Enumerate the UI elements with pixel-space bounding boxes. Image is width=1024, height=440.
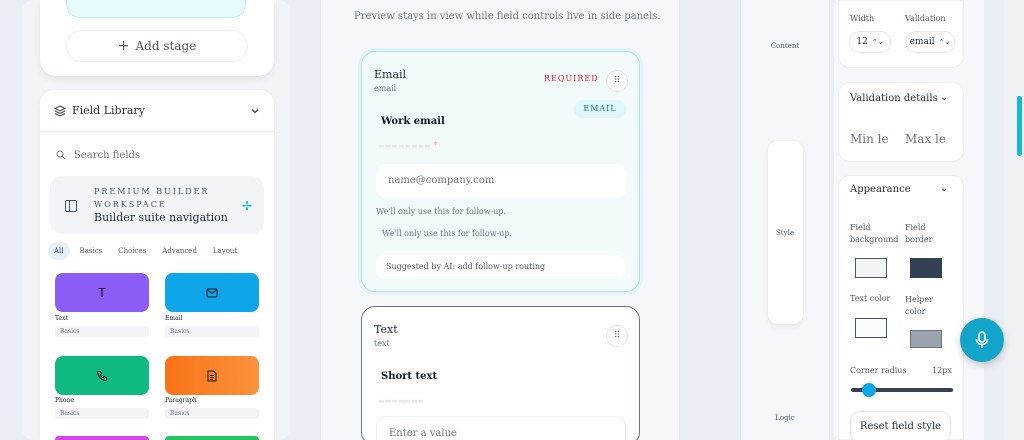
appearance-title[interactable]: Appearance bbox=[850, 184, 911, 195]
tile-category: Basics bbox=[165, 408, 259, 419]
sidebar-layout-icon bbox=[65, 200, 77, 212]
tile-partial[interactable] bbox=[165, 436, 259, 440]
drag-handle-icon[interactable]: ⠿ bbox=[606, 325, 628, 347]
tile-category: Basics bbox=[55, 408, 149, 419]
premium-tag: PREMIUM BUILDER WORKSPACE bbox=[94, 187, 210, 209]
validation-label: Validation bbox=[905, 14, 946, 23]
field-type-subtitle: email bbox=[374, 84, 397, 93]
text-input[interactable]: Enter a value bbox=[376, 416, 626, 440]
label-placeholder: ▬▬▬▬▬▬▬ bbox=[378, 397, 425, 405]
field-library-title: Field Library bbox=[72, 104, 145, 117]
tile-category: Basics bbox=[165, 326, 259, 337]
helper-text: We'll only use this for follow-up. bbox=[382, 229, 513, 238]
type-chip: EMAIL bbox=[574, 100, 626, 118]
search-placeholder: Search fields bbox=[74, 149, 141, 161]
field-border-label: Field border bbox=[905, 223, 933, 244]
category-tabs: All Basics Choices Advanced Layout bbox=[48, 242, 243, 262]
drag-handle-icon[interactable]: ⠿ bbox=[606, 70, 628, 92]
microphone-icon bbox=[975, 331, 989, 348]
validation-details-title[interactable]: Validation details bbox=[850, 93, 938, 104]
chevron-down-icon[interactable]: ⌄ bbox=[940, 183, 948, 194]
nav-item-content[interactable]: Content bbox=[740, 42, 830, 50]
corner-radius-label: Corner radius bbox=[850, 366, 907, 375]
corner-radius-value: 12px bbox=[932, 366, 952, 375]
tab-choices[interactable]: Choices bbox=[112, 242, 152, 260]
field-label: Short text bbox=[381, 371, 438, 382]
ai-suggestion[interactable]: Suggested by AI: add follow-up routing bbox=[376, 255, 626, 279]
nav-item-style[interactable]: Style bbox=[740, 229, 830, 237]
field-library-header[interactable]: Field Library bbox=[40, 90, 274, 132]
tile-phone[interactable] bbox=[55, 356, 149, 395]
email-input[interactable]: name@company.com bbox=[376, 164, 626, 198]
width-select[interactable]: 12 ⌃⌄ bbox=[849, 31, 891, 53]
tab-layout[interactable]: Layout bbox=[207, 242, 243, 260]
required-marker: ▬▬▬▬▬▬▬▬ * bbox=[378, 141, 438, 151]
plus-icon: + bbox=[117, 38, 130, 54]
voice-button[interactable] bbox=[960, 318, 1004, 362]
chevron-down-icon[interactable]: ⌄ bbox=[940, 92, 948, 103]
sparkle-icon: ✢ bbox=[242, 199, 253, 213]
field-border-swatch[interactable] bbox=[910, 258, 942, 278]
text-color-label: Text color bbox=[850, 294, 891, 303]
chevron-updown-icon: ⌃⌄ bbox=[938, 38, 951, 46]
scrollbar-thumb[interactable] bbox=[1017, 96, 1022, 156]
nav-item-logic[interactable]: Logic bbox=[740, 414, 830, 422]
field-type-title: Text bbox=[374, 323, 398, 336]
tile-label: Phone bbox=[55, 397, 74, 404]
field-type-title: Email bbox=[374, 68, 407, 81]
max-length-input[interactable]: Max le bbox=[905, 132, 946, 146]
add-stage-label: Add stage bbox=[135, 39, 197, 53]
width-value: 12 bbox=[856, 37, 868, 47]
validation-select[interactable]: email ⌃⌄ bbox=[905, 31, 955, 53]
validation-value: email bbox=[909, 37, 935, 47]
slider-thumb[interactable] bbox=[862, 383, 876, 397]
mail-icon bbox=[206, 288, 218, 297]
field-background-label: Field background bbox=[850, 223, 899, 244]
tab-all[interactable]: All bbox=[48, 242, 70, 260]
add-stage-button[interactable]: + Add stage bbox=[66, 30, 248, 62]
tile-email[interactable] bbox=[165, 273, 259, 312]
helper-color-swatch[interactable] bbox=[910, 330, 942, 348]
premium-title: Builder suite navigation bbox=[94, 211, 228, 224]
layers-icon bbox=[54, 104, 66, 117]
tab-advanced[interactable]: Advanced bbox=[156, 242, 203, 260]
search-input[interactable]: Search fields bbox=[56, 146, 256, 164]
field-type-subtitle: text bbox=[374, 339, 390, 348]
tile-category: Basics bbox=[55, 326, 149, 337]
tile-partial[interactable] bbox=[55, 436, 149, 440]
scrollbar bbox=[1004, 0, 1024, 440]
text-color-swatch[interactable] bbox=[855, 318, 887, 338]
stage-item[interactable] bbox=[66, 0, 246, 18]
document-icon bbox=[207, 370, 217, 381]
tile-paragraph[interactable] bbox=[165, 356, 259, 395]
field-background-swatch[interactable] bbox=[855, 258, 887, 278]
appearance-card bbox=[838, 175, 964, 440]
required-badge: REQUIRED bbox=[544, 74, 599, 83]
tile-label: Paragraph bbox=[165, 397, 197, 404]
canvas-note: Preview stays in view while field contro… bbox=[354, 11, 661, 22]
tile-label: Text bbox=[55, 315, 68, 322]
search-icon bbox=[56, 150, 66, 160]
chevron-down-icon bbox=[251, 108, 259, 113]
field-label: Work email bbox=[381, 116, 445, 127]
helper-color-label: Helper color bbox=[905, 295, 933, 316]
text-icon: T bbox=[98, 285, 106, 300]
reset-field-style-button[interactable]: Reset field style bbox=[850, 411, 951, 440]
tab-basics[interactable]: Basics bbox=[74, 242, 109, 260]
width-label: Width bbox=[850, 14, 875, 23]
phone-icon bbox=[96, 370, 107, 381]
tile-text[interactable]: T bbox=[55, 273, 149, 312]
helper-text: We'll only use this for follow-up. bbox=[376, 207, 507, 216]
tile-label: Email bbox=[165, 315, 183, 322]
chevron-updown-icon: ⌃⌄ bbox=[871, 38, 884, 46]
min-length-input[interactable]: Min le bbox=[850, 132, 889, 146]
